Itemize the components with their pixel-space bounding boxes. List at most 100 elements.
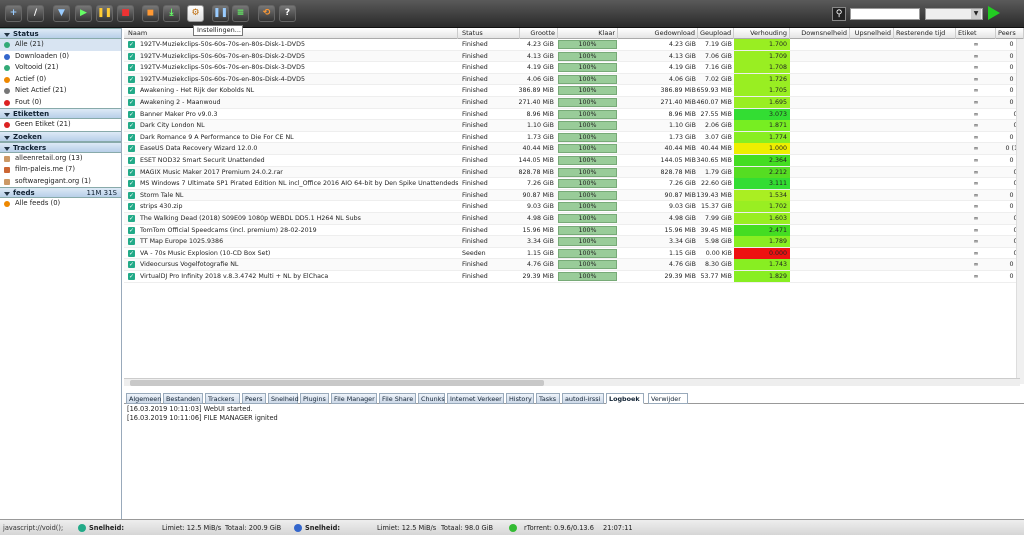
trackers-header[interactable]: Trackers bbox=[0, 141, 121, 153]
tab-file-manager[interactable]: File Manager bbox=[331, 393, 377, 404]
table-row[interactable]: ✓ Storm Tale NL Finished 90.87 MiB 100% 90.87… bbox=[124, 189, 1024, 202]
table-row[interactable]: ✓ Dark City London NL Finished 1.10 GiB 100%… bbox=[124, 120, 1024, 132]
tab-tasks[interactable]: Tasks bbox=[536, 393, 560, 404]
status-icon bbox=[4, 53, 10, 60]
pause-icon[interactable]: ❚❚ bbox=[96, 5, 113, 22]
tab-plugins[interactable]: Plugins bbox=[300, 393, 329, 404]
vertical-scrollbar[interactable] bbox=[1016, 39, 1024, 384]
column-header[interactable]: Geupload bbox=[698, 28, 734, 39]
uploaded: 340.65 MiB bbox=[696, 157, 732, 164]
status-check-icon: ✓ bbox=[128, 226, 135, 234]
table-row[interactable]: ✓ Awakening - Het Rijk der Kobolds NL Fini… bbox=[124, 85, 1024, 97]
tab-verwijder[interactable]: Verwijder bbox=[648, 393, 688, 404]
resume-all-icon[interactable]: ≡ bbox=[232, 5, 249, 22]
table-row[interactable]: ✓ 192TV-Muziekclips-50s-60s-70s-en-80s-Di… bbox=[124, 62, 1024, 74]
table-row[interactable]: ✓ VA - 70s Music Explosion (10-CD Box Set… bbox=[124, 247, 1024, 260]
uploaded: 659.93 MiB bbox=[696, 87, 732, 95]
settings-icon[interactable]: ⚙ bbox=[187, 5, 204, 22]
table-row[interactable]: ✓ VirtualDJ Pro Infinity 2018 v.8.3.4742 … bbox=[124, 271, 1024, 283]
pause-all-icon[interactable]: ❚❚ bbox=[212, 5, 229, 22]
search-engine-select[interactable]: ▼ bbox=[925, 8, 983, 20]
status-check-icon: ✓ bbox=[128, 99, 135, 106]
status-header[interactable]: Status bbox=[0, 28, 121, 39]
sidebar-item-status[interactable]: Alle (21) bbox=[0, 39, 121, 51]
table-row[interactable]: ✓ The Walking Dead (2018) S09E09 1080p WE… bbox=[124, 213, 1024, 225]
search-input[interactable] bbox=[850, 8, 920, 20]
column-header[interactable]: Peers bbox=[996, 28, 1024, 39]
tab-file-share[interactable]: File Share bbox=[379, 393, 416, 404]
sidebar-item-status[interactable]: Niet Actief (21) bbox=[0, 85, 121, 97]
tab-autodl-irssi[interactable]: autodl-irssi bbox=[562, 393, 604, 404]
down-limit[interactable]: Limiet: 12.5 MiB/s bbox=[162, 524, 221, 533]
add-torrent-icon[interactable]: + bbox=[5, 5, 22, 22]
column-header[interactable]: Status bbox=[460, 28, 520, 39]
table-row[interactable]: ✓ TT Map Europe 1025.9386 Finished 3.34 GiB… bbox=[124, 236, 1024, 248]
detail-tabs: Algemeen Bestanden Trackers Peers Snelheid Pl… bbox=[124, 392, 1024, 404]
tab-trackers[interactable]: Trackers bbox=[205, 393, 240, 404]
table-row[interactable]: ✓ MS Windows 7 Ultimate SP1 Pirated Editi… bbox=[124, 178, 1024, 190]
horizontal-scrollbar[interactable] bbox=[124, 378, 1020, 386]
column-header[interactable]: Grootte bbox=[520, 28, 558, 39]
column-header[interactable]: Etiket bbox=[956, 28, 996, 39]
tab-internet-verkeer[interactable]: Internet Verkeer bbox=[447, 393, 504, 404]
ratio-cell: 1.695 bbox=[734, 97, 790, 108]
scrollbar-thumb[interactable] bbox=[130, 380, 544, 386]
search-header[interactable]: Zoeken bbox=[0, 130, 121, 142]
sidebar-item-status[interactable]: Voltooid (21) bbox=[0, 62, 121, 74]
column-header[interactable]: Resterende tijd bbox=[894, 28, 956, 39]
table-row[interactable]: ✓ Banner Maker Pro v9.0.3 Finished 8.96 MiB… bbox=[124, 108, 1024, 121]
tab-snelheid[interactable]: Snelheid bbox=[268, 393, 299, 404]
table-row[interactable]: ✓ Videocursus Vogelfotografie NL Finished 4… bbox=[124, 259, 1024, 271]
sidebar-item-status[interactable]: Downloaden (0) bbox=[0, 51, 121, 63]
stop-icon[interactable]: ■ bbox=[117, 5, 134, 22]
tab-history[interactable]: History bbox=[506, 393, 534, 404]
plugin-icon[interactable]: ⟲ bbox=[258, 5, 275, 22]
table-row[interactable]: ✓ EaseUS Data Recovery Wizard 12.0.0 Finis… bbox=[124, 143, 1024, 155]
sidebar-item-tracker[interactable]: film-paleis.me (7) bbox=[0, 164, 121, 176]
sidebar-item-label[interactable]: Geen Etiket (21) bbox=[0, 119, 121, 131]
table-row[interactable]: ✓ Dark Romance 9 A Performance to Die For… bbox=[124, 131, 1024, 144]
column-header[interactable]: Downsnelheid bbox=[790, 28, 850, 39]
ratio-cell: 1.700 bbox=[734, 39, 790, 50]
rss-icon[interactable]: ◼ bbox=[142, 5, 159, 22]
feeds-header[interactable]: feeds 11M 31S bbox=[0, 187, 121, 198]
status-check-icon: ✓ bbox=[128, 215, 135, 222]
sidebar-item-status[interactable]: Fout (0) bbox=[0, 97, 121, 109]
column-header[interactable]: Verhouding bbox=[734, 28, 790, 39]
table-row[interactable]: ✓ ESET NOD32 Smart Securit Unattended Fini… bbox=[124, 155, 1024, 167]
add-url-icon[interactable]: / bbox=[27, 5, 44, 22]
tab-bestanden[interactable]: Bestanden bbox=[163, 393, 203, 404]
tab-logboek[interactable]: Logboek bbox=[606, 393, 644, 404]
start-icon[interactable]: ▶ bbox=[75, 5, 92, 22]
sidebar-item-feed[interactable]: Alle feeds (0) bbox=[0, 198, 121, 210]
labels-header[interactable]: Etiketten bbox=[0, 108, 121, 119]
column-header[interactable]: Klaar bbox=[558, 28, 618, 39]
table-row[interactable]: ✓ TomTom Official Speedcams (incl. premiu… bbox=[124, 224, 1024, 237]
download-icon[interactable]: ⤓ bbox=[163, 5, 180, 22]
eta: ∞ bbox=[973, 122, 979, 130]
tab-algemeen[interactable]: Algemeen bbox=[126, 393, 161, 404]
sidebar-item-status[interactable]: Actief (0) bbox=[0, 74, 121, 86]
table-row[interactable]: ✓ strips 430.zip Finished 9.03 GiB 100% 9.03 … bbox=[124, 201, 1024, 213]
ratio-cell: 1.708 bbox=[734, 62, 790, 74]
sidebar-item-tracker[interactable]: alleenretail.org (13) bbox=[0, 153, 121, 165]
column-header[interactable]: Naam bbox=[124, 28, 458, 39]
up-limit[interactable]: Limiet: 12.5 MiB/s bbox=[377, 524, 436, 533]
ratio-cell: 1.743 bbox=[734, 259, 790, 271]
remove-icon[interactable]: ▼ bbox=[53, 5, 70, 22]
table-row[interactable]: ✓ 192TV-Muziekclips-50s-60s-70s-en-80s-Di… bbox=[124, 39, 1024, 51]
column-header[interactable]: Upsnelheid bbox=[850, 28, 894, 39]
tab-peers[interactable]: Peers bbox=[242, 393, 266, 404]
table-row[interactable]: ✓ Awakening 2 - Maanwoud Finished 271.40 Mi… bbox=[124, 97, 1024, 109]
table-row[interactable]: ✓ MAGIX Music Maker 2017 Premium 24.0.2.r… bbox=[124, 166, 1024, 179]
help-icon[interactable]: ? bbox=[279, 5, 296, 22]
column-header[interactable]: Gedownload bbox=[618, 28, 698, 39]
search-icon[interactable]: ⚲ bbox=[832, 7, 846, 21]
sidebar-item-tracker[interactable]: softwaregigant.org (1) bbox=[0, 176, 121, 188]
status-check-icon: ✓ bbox=[128, 249, 135, 257]
search-go-button[interactable] bbox=[988, 6, 1000, 20]
status-label: Downloaden (0) bbox=[15, 51, 70, 60]
table-row[interactable]: ✓ 192TV-Muziekclips-50s-60s-70s-en-80s-Di… bbox=[124, 73, 1024, 86]
tab-chunks[interactable]: Chunks bbox=[418, 393, 445, 404]
table-row[interactable]: ✓ 192TV-Muziekclips-50s-60s-70s-en-80s-Di… bbox=[124, 50, 1024, 63]
